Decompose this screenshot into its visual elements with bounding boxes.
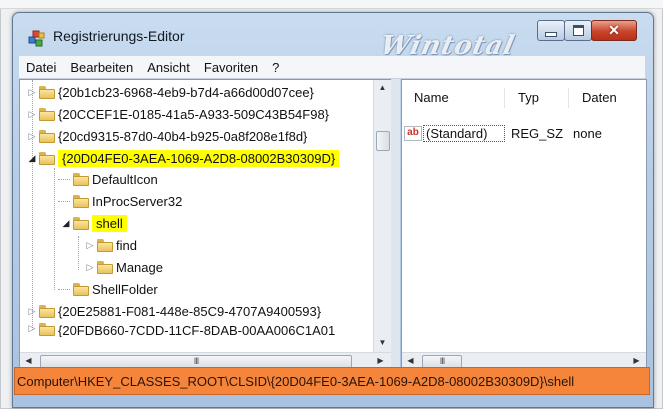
window-title: Registrierungs-Editor [53,28,185,44]
column-divider[interactable] [568,88,569,108]
tree-guide-line [54,168,55,290]
scroll-up-arrow-icon[interactable]: ▲ [374,83,391,92]
tree-guide-line [58,179,70,180]
column-divider[interactable] [504,88,505,108]
tree-item[interactable]: ▷ {20CCEF1E-0185-41a5-A933-509C43B54F98} [26,104,330,124]
tree-item-selected-clsid[interactable]: ◢ {20D04FE0-3AEA-1069-A2D8-08002B30309D} [26,148,340,168]
tree-item-label: {20cd9315-87d0-40b4-b925-0a8f208e1f8d} [58,128,308,144]
tree-item-label: {20CCEF1E-0185-41a5-A933-509C43B54F98} [58,106,330,122]
minimize-button[interactable] [537,20,565,41]
pane-splitter[interactable] [391,79,400,369]
tree-item[interactable]: ▷ {20E25881-F081-448e-85C9-4707A9400593} [26,301,322,321]
folder-icon [39,85,55,99]
tree-item[interactable]: DefaultIcon [72,169,158,189]
expand-arrow-icon[interactable]: ▷ [26,109,38,120]
tree-item-label: shell [92,214,127,232]
close-button[interactable]: ✕ [591,20,637,41]
menu-bearbeiten[interactable]: Bearbeiten [63,60,140,75]
registry-editor-icon [28,30,45,47]
tree-item[interactable]: InProcServer32 [72,191,182,211]
close-icon: ✕ [608,22,620,38]
value-row[interactable]: ab (Standard) REG_SZ none [404,125,602,142]
tree-item[interactable]: ▷ Manage [84,257,163,277]
tree-item-shell[interactable]: ◢ shell [60,213,127,233]
tree-item[interactable]: ShellFolder [72,279,158,299]
string-value-icon: ab [404,126,422,141]
minimize-icon [545,32,557,37]
column-header-name[interactable]: Name [414,90,449,105]
expand-arrow-icon[interactable]: ▷ [26,306,38,317]
menu-help[interactable]: ? [265,60,286,75]
value-name: (Standard) [423,125,505,142]
tree-item[interactable]: ▷ {20cd9315-87d0-40b4-b925-0a8f208e1f8d} [26,126,308,146]
collapse-arrow-icon[interactable]: ◢ [26,153,38,164]
tree-vertical-scroll-thumb[interactable] [376,131,390,151]
scroll-down-arrow-icon[interactable]: ▼ [374,338,391,347]
folder-icon [73,282,89,296]
tree-item-label: ShellFolder [92,281,158,297]
tree-guide-line [58,289,70,290]
status-bar-key-path: Computer\HKEY_CLASSES_ROOT\CLSID\{20D04F… [14,367,650,395]
tree-item-label: {20FDB660-7CDD-11CF-8DAB-00AA006C1A01 [58,323,336,337]
folder-icon [97,260,113,274]
tree-item[interactable]: ▷ {20FDB660-7CDD-11CF-8DAB-00AA006C1A01 [26,323,335,337]
folder-icon [39,107,55,121]
menu-datei[interactable]: Datei [19,60,63,75]
maximize-button[interactable] [564,20,592,41]
tree-vertical-scrollbar[interactable]: ▲ ▼ [373,80,391,353]
scroll-right-arrow-icon[interactable]: ▶ [372,356,389,365]
expand-arrow-icon[interactable]: ▷ [84,262,96,273]
folder-icon [39,323,55,336]
folder-icon [39,304,55,318]
value-type: REG_SZ [511,126,564,141]
value-data: none [573,126,602,141]
scroll-left-arrow-icon[interactable]: ◀ [402,356,419,365]
key-tree-pane[interactable]: ▷ {20b1cb23-6968-4eb9-b7d4-a66d00d07cee} … [19,79,392,371]
folder-icon [73,172,89,186]
tree-item-label: {20b1cb23-6968-4eb9-b7d4-a66d00d07cee} [58,84,314,100]
menu-bar: Datei Bearbeiten Ansicht Favoriten ? [19,56,645,79]
menu-ansicht[interactable]: Ansicht [140,60,197,75]
tree-item-label: {20D04FE0-3AEA-1069-A2D8-08002B30309D} [58,149,340,167]
scroll-left-arrow-icon[interactable]: ◀ [20,356,37,365]
tree-item-label: DefaultIcon [92,171,158,187]
folder-open-icon [39,151,55,165]
expand-arrow-icon[interactable]: ▷ [26,323,38,334]
title-bar[interactable]: Registrierungs-Editor Wintotal ✕ [13,13,653,61]
column-header-type[interactable]: Typ [518,90,539,105]
tree-item-label: Manage [116,259,163,275]
folder-icon [73,194,89,208]
values-pane[interactable]: Name Typ Daten ab (Standard) REG_SZ none… [401,79,647,371]
tree-guide-line [78,236,79,270]
tree-item[interactable]: ▷ {20b1cb23-6968-4eb9-b7d4-a66d00d07cee} [26,82,314,102]
expand-arrow-icon[interactable]: ▷ [26,87,38,98]
tree-item-label: find [116,237,137,253]
expand-arrow-icon[interactable]: ▷ [26,131,38,142]
menu-favoriten[interactable]: Favoriten [197,60,265,75]
tree-item[interactable]: ▷ find [84,235,137,255]
registry-editor-window: Registrierungs-Editor Wintotal ✕ Datei B… [12,12,654,408]
tree-item-label: InProcServer32 [92,193,183,209]
expand-arrow-icon[interactable]: ▷ [84,240,96,251]
maximize-icon [572,25,584,36]
tree-guide-line [58,201,70,202]
folder-icon [39,129,55,143]
collapse-arrow-icon[interactable]: ◢ [60,218,72,229]
scroll-right-arrow-icon[interactable]: ▶ [628,356,645,365]
column-header-data[interactable]: Daten [582,90,617,105]
tree-item-label: {20E25881-F081-448e-85C9-4707A9400593} [58,303,322,319]
folder-icon [97,238,113,252]
outer-top-strip [0,0,663,9]
folder-open-icon [73,216,89,230]
